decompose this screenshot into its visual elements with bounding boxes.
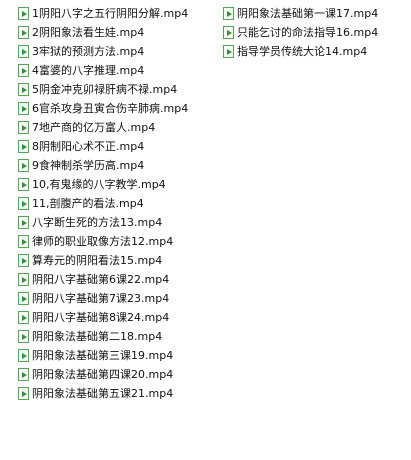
file-name: 9食神制杀学历高.mp4 [32,159,145,172]
file-item[interactable]: 1阴阳八字之五行阴阳分解.mp4 [18,4,188,23]
file-item[interactable]: 3牢狱的预测方法.mp4 [18,42,188,61]
video-file-icon [223,7,234,20]
video-file-icon [223,26,234,39]
file-list-column-left: 1阴阳八字之五行阴阳分解.mp4 2阴阳象法看生娃.mp4 3牢狱的预测方法.mp4… [18,4,188,403]
file-name: 2阴阳象法看生娃.mp4 [32,26,145,39]
video-file-icon [18,216,29,229]
file-item[interactable]: 阴阳八字基础第7课23.mp4 [18,289,188,308]
file-name: 阴阳象法基础第二18.mp4 [32,330,163,343]
file-item[interactable]: 9食神制杀学历高.mp4 [18,156,188,175]
file-name: 阴阳八字基础第6课22.mp4 [32,273,170,286]
file-name: 1阴阳八字之五行阴阳分解.mp4 [32,7,189,20]
video-file-icon [18,159,29,172]
file-item[interactable]: 7地产商的亿万富人.mp4 [18,118,188,137]
video-file-icon [18,121,29,134]
video-file-icon [18,45,29,58]
file-name: 律师的职业取像方法12.mp4 [32,235,174,248]
video-file-icon [18,235,29,248]
video-file-icon [223,45,234,58]
video-file-icon [18,7,29,20]
video-file-icon [18,254,29,267]
file-item[interactable]: 阴阳八字基础第6课22.mp4 [18,270,188,289]
file-item[interactable]: 8阴制阳心术不正.mp4 [18,137,188,156]
file-name: 八字断生死的方法13.mp4 [32,216,163,229]
file-name: 5阴金冲克卯禄肝病不禄.mp4 [32,83,178,96]
video-file-icon [18,64,29,77]
file-name: 6官杀攻身丑寅合伤辛肺病.mp4 [32,102,189,115]
file-item[interactable]: 5阴金冲克卯禄肝病不禄.mp4 [18,80,188,99]
file-item[interactable]: 阴阳象法基础第二18.mp4 [18,327,188,346]
video-file-icon [18,330,29,343]
file-name: 阴阳八字基础第7课23.mp4 [32,292,170,305]
file-item[interactable]: 阴阳象法基础第一课17.mp4 [223,4,378,23]
video-file-icon [18,83,29,96]
video-file-icon [18,197,29,210]
file-item[interactable]: 阴阳象法基础第五课21.mp4 [18,384,188,403]
file-item[interactable]: 10,有鬼缘的八字教学.mp4 [18,175,188,194]
file-item[interactable]: 指导学员传统大论14.mp4 [223,42,378,61]
file-name: 7地产商的亿万富人.mp4 [32,121,156,134]
file-item[interactable]: 6官杀攻身丑寅合伤辛肺病.mp4 [18,99,188,118]
file-name: 10,有鬼缘的八字教学.mp4 [32,178,166,191]
file-item[interactable]: 阴阳象法基础第三课19.mp4 [18,346,188,365]
file-item[interactable]: 阴阳象法基础第四课20.mp4 [18,365,188,384]
file-item[interactable]: 算寿元的阴阳看法15.mp4 [18,251,188,270]
video-file-icon [18,178,29,191]
file-name: 算寿元的阴阳看法15.mp4 [32,254,163,267]
video-file-icon [18,26,29,39]
video-file-icon [18,368,29,381]
file-list-column-right: 阴阳象法基础第一课17.mp4 只能乞讨的命法指导16.mp4 指导学员传统大论14… [223,4,378,61]
file-item[interactable]: 阴阳八字基础第8课24.mp4 [18,308,188,327]
file-name: 阴阳八字基础第8课24.mp4 [32,311,170,324]
file-name: 只能乞讨的命法指导16.mp4 [237,26,379,39]
video-file-icon [18,311,29,324]
file-name: 11,剖腹产的看法.mp4 [32,197,144,210]
file-item[interactable]: 2阴阳象法看生娃.mp4 [18,23,188,42]
video-file-icon [18,140,29,153]
file-item[interactable]: 律师的职业取像方法12.mp4 [18,232,188,251]
video-file-icon [18,292,29,305]
file-item[interactable]: 八字断生死的方法13.mp4 [18,213,188,232]
file-name: 3牢狱的预测方法.mp4 [32,45,145,58]
file-item[interactable]: 4富婆的八字推理.mp4 [18,61,188,80]
video-file-icon [18,349,29,362]
file-name: 阴阳象法基础第四课20.mp4 [32,368,174,381]
file-name: 8阴制阳心术不正.mp4 [32,140,145,153]
file-name: 阴阳象法基础第一课17.mp4 [237,7,379,20]
file-name: 指导学员传统大论14.mp4 [237,45,368,58]
file-item[interactable]: 只能乞讨的命法指导16.mp4 [223,23,378,42]
video-file-icon [18,273,29,286]
video-file-icon [18,387,29,400]
file-item[interactable]: 11,剖腹产的看法.mp4 [18,194,188,213]
file-name: 4富婆的八字推理.mp4 [32,64,145,77]
video-file-icon [18,102,29,115]
file-name: 阴阳象法基础第三课19.mp4 [32,349,174,362]
file-name: 阴阳象法基础第五课21.mp4 [32,387,174,400]
